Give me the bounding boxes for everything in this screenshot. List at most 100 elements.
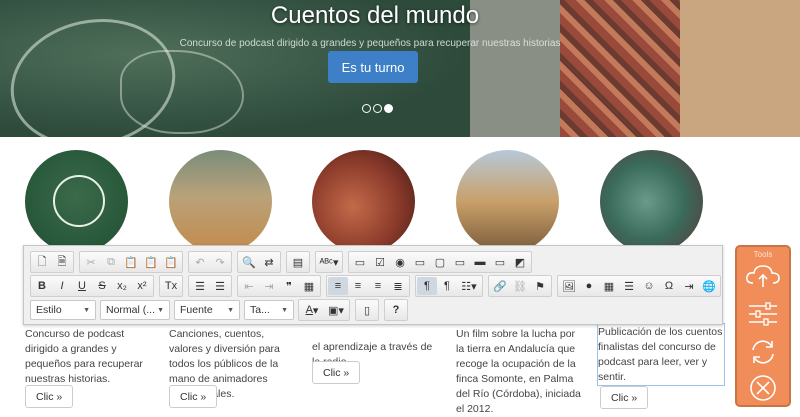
textarea-icon[interactable]: ▢: [430, 253, 450, 271]
color-group: A ▾ ▣▾: [298, 299, 350, 321]
carousel-dot[interactable]: [362, 104, 371, 113]
clipboard-group: ✂ ⧉ 📋 📋 📋: [79, 251, 183, 273]
font-dropdown[interactable]: Fuente ▼: [174, 300, 240, 320]
clic-button-1[interactable]: Clic »: [25, 385, 74, 408]
image-button-icon[interactable]: ▭: [490, 253, 510, 271]
anchor-flag-icon[interactable]: ⚑: [530, 277, 550, 295]
format-dropdown[interactable]: Normal (... ▼: [100, 300, 170, 320]
show-blocks-icon[interactable]: ▯: [357, 301, 377, 319]
blockquote-icon[interactable]: ❞: [279, 277, 299, 295]
column-text: Publicación de los cuentos finalistas de…: [598, 326, 723, 383]
horizontal-line-icon[interactable]: ☰: [619, 277, 639, 295]
cloud-upload-icon[interactable]: [744, 261, 782, 291]
size-dropdown[interactable]: Ta... ▼: [244, 300, 294, 320]
text-color-icon[interactable]: A ▾: [300, 301, 324, 319]
textfield-icon[interactable]: ▭: [410, 253, 430, 271]
language-icon[interactable]: ☷▾: [457, 277, 481, 295]
text-direction-rtl-icon[interactable]: ¶: [437, 277, 457, 295]
select-field-icon[interactable]: ▭: [450, 253, 470, 271]
style-dropdown-label: Estilo: [36, 304, 62, 316]
paste-icon[interactable]: 📋: [121, 253, 141, 271]
toolbar-row-1: 🗋 🗎 ✂ ⧉ 📋 📋 📋 ↶ ↷ 🔍 ⇄ ▤ ᴬᴮᶜ▾ ▭ ☑ ◉ ▭ ▢ ▭…: [30, 251, 537, 273]
unlink-icon[interactable]: ⛓: [510, 277, 530, 295]
clic-button-3[interactable]: Clic »: [312, 361, 361, 384]
globe-chalk-image: [25, 150, 128, 253]
guitar-performer-image: [169, 150, 272, 253]
numbered-list-icon[interactable]: ☰: [190, 277, 210, 295]
farmer-field-image: [456, 150, 559, 253]
column-4: Un film sobre la lucha por la tierra en …: [456, 327, 586, 417]
radio-icon[interactable]: ◉: [390, 253, 410, 271]
italic-icon[interactable]: I: [52, 277, 72, 295]
clic-button-5[interactable]: Clic »: [600, 386, 649, 409]
font-dropdown-label: Fuente: [180, 304, 213, 316]
table-icon[interactable]: ▦: [599, 277, 619, 295]
refresh-icon[interactable]: [744, 337, 782, 367]
hidden-field-icon[interactable]: ◩: [510, 253, 530, 271]
superscript-icon[interactable]: x²: [132, 277, 152, 295]
align-left-icon[interactable]: ≡: [328, 277, 348, 295]
undo-icon[interactable]: ↶: [190, 253, 210, 271]
rich-text-editor-toolbar: 🗋 🗎 ✂ ⧉ 📋 📋 📋 ↶ ↷ 🔍 ⇄ ▤ ᴬᴮᶜ▾ ▭ ☑ ◉ ▭ ▢ ▭…: [23, 245, 723, 325]
cut-icon[interactable]: ✂: [81, 253, 101, 271]
subscript-icon[interactable]: x₂: [112, 277, 132, 295]
sliders-settings-icon[interactable]: [744, 299, 782, 329]
help-icon[interactable]: ?: [386, 301, 406, 319]
list-group: ☰ ☰: [188, 275, 232, 297]
chevron-down-icon: ▼: [227, 306, 234, 314]
flash-icon[interactable]: ●: [579, 277, 599, 295]
redo-icon[interactable]: ↷: [210, 253, 230, 271]
text-direction-ltr-icon[interactable]: ¶: [417, 277, 437, 295]
new-page-icon[interactable]: 🗋: [32, 253, 52, 271]
background-color-icon[interactable]: ▣▾: [324, 301, 348, 319]
outdent-icon[interactable]: ⇤: [239, 277, 259, 295]
form-icon[interactable]: ▭: [350, 253, 370, 271]
carousel-dot-active[interactable]: [384, 104, 393, 113]
page-break-icon[interactable]: ⇥: [679, 277, 699, 295]
tools-panel: Tools: [735, 245, 791, 407]
find-group: 🔍 ⇄: [237, 251, 281, 273]
div-container-icon[interactable]: ▦: [299, 277, 319, 295]
bulleted-list-icon[interactable]: ☰: [210, 277, 230, 295]
select-all-icon[interactable]: ▤: [288, 253, 308, 271]
align-center-icon[interactable]: ≡: [348, 277, 368, 295]
column-text: Un film sobre la lucha por la tierra en …: [456, 328, 581, 415]
copy-icon[interactable]: ⧉: [101, 253, 121, 271]
select-all-group: ▤: [286, 251, 310, 273]
templates-icon[interactable]: 🗎: [52, 253, 72, 271]
style-dropdown[interactable]: Estilo ▼: [30, 300, 96, 320]
hero-subtitle: Concurso de podcast dirigido a grandes y…: [179, 38, 561, 49]
underline-icon[interactable]: U: [72, 277, 92, 295]
direction-group: ¶ ¶ ☷▾: [415, 275, 483, 297]
link-icon[interactable]: 🔗: [490, 277, 510, 295]
bold-icon[interactable]: B: [32, 277, 52, 295]
paste-word-icon[interactable]: 📋: [161, 253, 181, 271]
indent-icon[interactable]: ⇥: [259, 277, 279, 295]
carousel-indicators: [362, 104, 393, 113]
spellcheck-icon[interactable]: ᴬᴮᶜ▾: [317, 253, 341, 271]
carousel-dot[interactable]: [373, 104, 382, 113]
replace-icon[interactable]: ⇄: [259, 253, 279, 271]
editable-text-block[interactable]: Publicación de los cuentos finalistas de…: [597, 323, 725, 386]
tools-panel-title: Tools: [753, 250, 773, 259]
close-icon[interactable]: [744, 373, 782, 403]
special-char-icon[interactable]: Ω: [659, 277, 679, 295]
iframe-icon[interactable]: 🌐: [699, 277, 719, 295]
align-justify-icon[interactable]: ≣: [388, 277, 408, 295]
checkbox-icon[interactable]: ☑: [370, 253, 390, 271]
spellcheck-group: ᴬᴮᶜ▾: [315, 251, 343, 273]
button-field-icon[interactable]: ▬: [470, 253, 490, 271]
basic-styles-group: B I U S x₂ x²: [30, 275, 154, 297]
column-1: Concurso de podcast dirigido a grandes y…: [25, 327, 155, 387]
align-right-icon[interactable]: ≡: [368, 277, 388, 295]
undo-group: ↶ ↷: [188, 251, 232, 273]
hero-cta-button[interactable]: Es tu turno: [328, 51, 418, 83]
find-icon[interactable]: 🔍: [239, 253, 259, 271]
image-icon[interactable]: 🖼: [559, 277, 579, 295]
clic-button-2[interactable]: Clic »: [169, 385, 218, 408]
paste-text-icon[interactable]: 📋: [141, 253, 161, 271]
toolbar-row-2: B I U S x₂ x² Tx ☰ ☰ ⇤ ⇥ ❞ ▦ ≡ ≡ ≡ ≣ ¶ ¶: [30, 275, 726, 297]
smiley-icon[interactable]: ☺: [639, 277, 659, 295]
strikethrough-icon[interactable]: S: [92, 277, 112, 295]
remove-format-icon[interactable]: Tx: [161, 277, 181, 295]
